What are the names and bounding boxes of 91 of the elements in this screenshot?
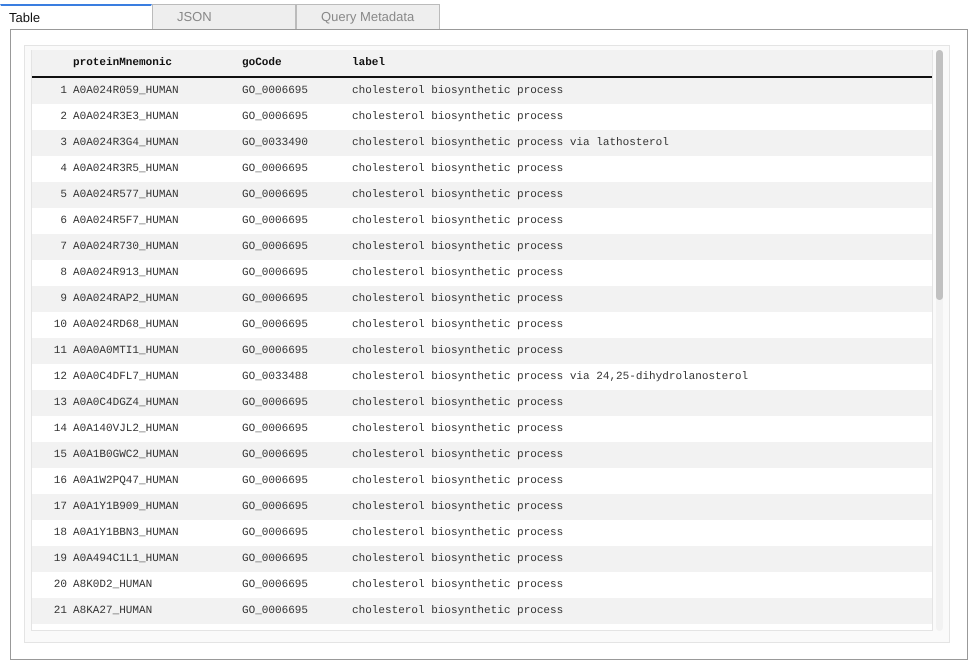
table-cell: cholesterol biosynthetic process bbox=[352, 494, 932, 520]
table-cell: GO_0006695 bbox=[242, 494, 352, 520]
table-cell: GO_0006695 bbox=[242, 546, 352, 572]
row-number: 6 bbox=[32, 208, 73, 234]
column-header: proteinMnemonic bbox=[73, 50, 242, 77]
table-cell: GO_0006695 bbox=[242, 104, 352, 130]
table-cell: cholesterol biosynthetic process bbox=[352, 234, 932, 260]
table-cell: GO_0006695 bbox=[242, 390, 352, 416]
table-cell: A0A1Y1BBN3_HUMAN bbox=[73, 520, 242, 546]
table-cell: GO_0006695 bbox=[242, 468, 352, 494]
table-cell: A0A1B0GWC2_HUMAN bbox=[73, 442, 242, 468]
table-cell: GO_0006695 bbox=[242, 234, 352, 260]
table-cell: A0A024R913_HUMAN bbox=[73, 260, 242, 286]
table-cell: GO_0006695 bbox=[242, 208, 352, 234]
row-number: 21 bbox=[32, 598, 73, 624]
table-cell: GO_0006695 bbox=[242, 416, 352, 442]
table-cell: A8K0D2_HUMAN bbox=[73, 572, 242, 598]
scrollbar-thumb[interactable] bbox=[936, 50, 943, 300]
row-number: 16 bbox=[32, 468, 73, 494]
table-cell: cholesterol biosynthetic process bbox=[352, 182, 932, 208]
row-number: 4 bbox=[32, 156, 73, 182]
table-cell: GO_0006695 bbox=[242, 77, 352, 104]
table-cell: cholesterol biosynthetic process via 24,25-dihydrolanosterol bbox=[352, 364, 932, 390]
scrollbar[interactable] bbox=[936, 50, 943, 631]
row-number: 17 bbox=[32, 494, 73, 520]
row-number: 10 bbox=[32, 312, 73, 338]
table-cell: GO_0006695 bbox=[242, 572, 352, 598]
table-cell: cholesterol biosynthetic process bbox=[352, 572, 932, 598]
row-number: 9 bbox=[32, 286, 73, 312]
row-number: 14 bbox=[32, 416, 73, 442]
table-cell: cholesterol biosynthetic process bbox=[352, 104, 932, 130]
table-cell: A0A0C4DGZ4_HUMAN bbox=[73, 390, 242, 416]
table-cell: GO_0006695 bbox=[242, 312, 352, 338]
table-cell: A0A024RAP2_HUMAN bbox=[73, 286, 242, 312]
row-number: 11 bbox=[32, 338, 73, 364]
table-cell: A0A0C4DFL7_HUMAN bbox=[73, 364, 242, 390]
row-number: 20 bbox=[32, 572, 73, 598]
table-cell: A0A024R3E3_HUMAN bbox=[73, 104, 242, 130]
table-cell: cholesterol biosynthetic process bbox=[352, 156, 932, 182]
tab[interactable]: JSON bbox=[152, 4, 296, 29]
row-number: 8 bbox=[32, 260, 73, 286]
table-cell: cholesterol biosynthetic process bbox=[352, 598, 932, 624]
table-cell: GO_0006695 bbox=[242, 260, 352, 286]
table-cell: GO_0006695 bbox=[242, 338, 352, 364]
table-cell: cholesterol biosynthetic process bbox=[352, 286, 932, 312]
table-cell: cholesterol biosynthetic process bbox=[352, 468, 932, 494]
table-cell: cholesterol biosynthetic process bbox=[352, 520, 932, 546]
column-header: label bbox=[352, 50, 932, 77]
table-cell: A0A024R730_HUMAN bbox=[73, 234, 242, 260]
table-cell: GO_0006695 bbox=[242, 182, 352, 208]
row-number: 13 bbox=[32, 390, 73, 416]
row-number: 18 bbox=[32, 520, 73, 546]
row-number: 2 bbox=[32, 104, 73, 130]
row-number: 19 bbox=[32, 546, 73, 572]
table-cell: cholesterol biosynthetic process bbox=[352, 338, 932, 364]
table-cell: A0A024R059_HUMAN bbox=[73, 77, 242, 104]
row-number: 15 bbox=[32, 442, 73, 468]
table-cell: cholesterol biosynthetic process bbox=[352, 390, 932, 416]
column-header: goCode bbox=[242, 50, 352, 77]
table-cell: A0A140VJL2_HUMAN bbox=[73, 416, 242, 442]
table-cell: A0A024R3R5_HUMAN bbox=[73, 156, 242, 182]
table-cell: A0A1W2PQ47_HUMAN bbox=[73, 468, 242, 494]
row-number: 12 bbox=[32, 364, 73, 390]
row-number: 5 bbox=[32, 182, 73, 208]
table-cell: GO_0033488 bbox=[242, 364, 352, 390]
tab[interactable]: Query Metadata bbox=[296, 4, 440, 29]
table-cell: cholesterol biosynthetic process bbox=[352, 260, 932, 286]
table-cell: A0A494C1L1_HUMAN bbox=[73, 546, 242, 572]
table-cell: GO_0006695 bbox=[242, 442, 352, 468]
table-cell: A0A024R577_HUMAN bbox=[73, 182, 242, 208]
table-cell: A0A1Y1B909_HUMAN bbox=[73, 494, 242, 520]
table-cell: GO_0006695 bbox=[242, 520, 352, 546]
table-cell: cholesterol biosynthetic process bbox=[352, 416, 932, 442]
row-number: 3 bbox=[32, 130, 73, 156]
table-cell: cholesterol biosynthetic process bbox=[352, 312, 932, 338]
table-cell: A0A024R5F7_HUMAN bbox=[73, 208, 242, 234]
table-cell: cholesterol biosynthetic process bbox=[352, 208, 932, 234]
table-cell: A8KA27_HUMAN bbox=[73, 598, 242, 624]
row-number: 7 bbox=[32, 234, 73, 260]
table-cell: GO_0006695 bbox=[242, 286, 352, 312]
table-cell: A0A024R3G4_HUMAN bbox=[73, 130, 242, 156]
table-cell: cholesterol biosynthetic process bbox=[352, 77, 932, 104]
table-cell: A0A024RD68_HUMAN bbox=[73, 312, 242, 338]
table-cell: GO_0006695 bbox=[242, 598, 352, 624]
table-cell: GO_0033490 bbox=[242, 130, 352, 156]
table-cell: cholesterol biosynthetic process via lathosterol bbox=[352, 130, 932, 156]
table-cell: GO_0006695 bbox=[242, 156, 352, 182]
table-cell: A0A0A0MTI1_HUMAN bbox=[73, 338, 242, 364]
table-cell: cholesterol biosynthetic process bbox=[352, 442, 932, 468]
row-number: 1 bbox=[32, 77, 73, 104]
table-cell: cholesterol biosynthetic process bbox=[352, 546, 932, 572]
